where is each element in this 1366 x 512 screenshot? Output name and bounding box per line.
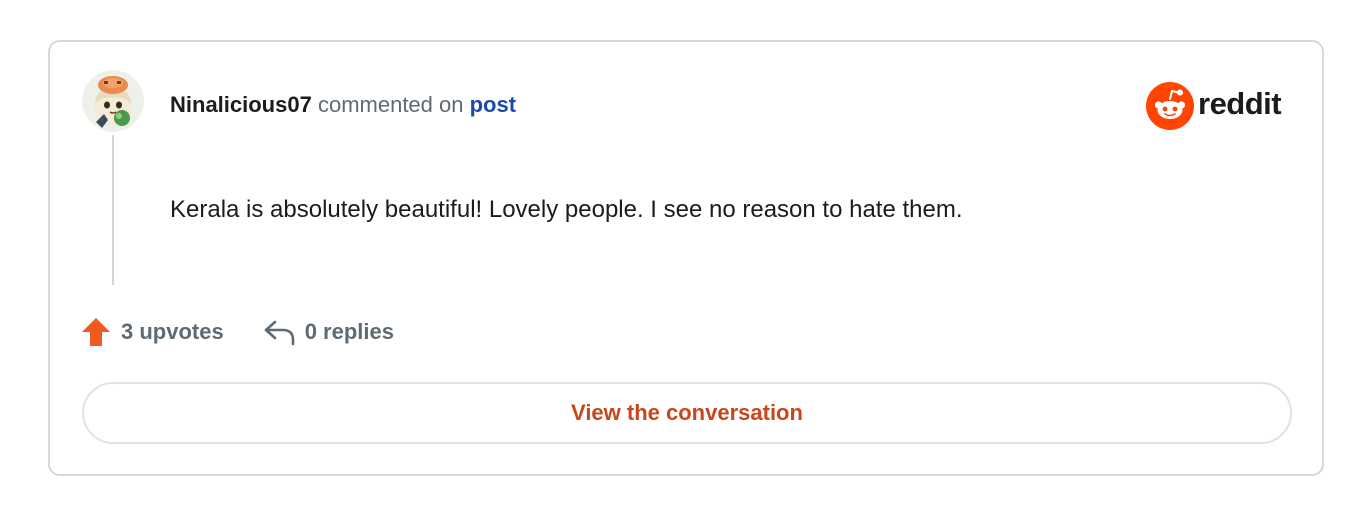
reddit-wordmark: reddit: [1198, 86, 1282, 121]
post-link[interactable]: post: [470, 92, 516, 117]
avatar-illustration-icon: [82, 70, 144, 132]
reddit-logo[interactable]: reddit: [1146, 82, 1282, 130]
action-text: commented on: [311, 92, 470, 117]
upvote-count: 3 upvotes: [121, 319, 224, 344]
comment-header: Ninalicious07 commented on post: [170, 90, 516, 120]
reddit-snoo-icon: [1146, 82, 1194, 130]
upvote-action[interactable]: 3 upvotes: [80, 316, 224, 348]
reply-count: 0 replies: [304, 319, 394, 344]
username-link[interactable]: Ninalicious07: [170, 92, 312, 117]
user-avatar[interactable]: [82, 70, 144, 132]
thread-line: [112, 135, 114, 285]
reply-action[interactable]: 0 replies: [262, 317, 394, 347]
view-conversation-button[interactable]: View the conversation: [82, 382, 1292, 444]
comment-actions: 3 upvotes 0 replies: [80, 316, 394, 348]
reply-arrow-icon: [264, 320, 295, 346]
comment-body: Kerala is absolutely beautiful! Lovely p…: [170, 196, 963, 223]
upvote-arrow-icon: [82, 318, 110, 346]
